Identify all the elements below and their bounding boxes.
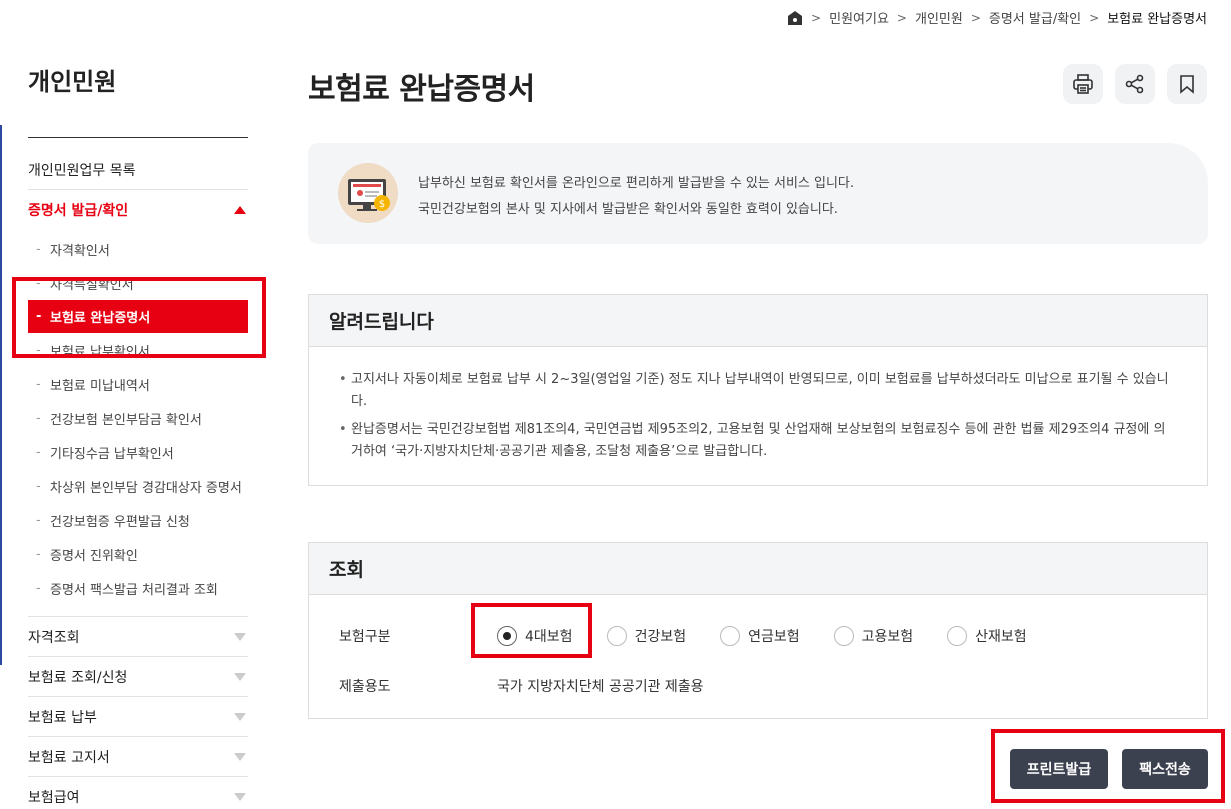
sidebar-item-qualification[interactable]: 자격조회 [28, 617, 248, 657]
radio-option-pension[interactable]: 연금보험 [720, 626, 800, 646]
page-title: 보험료 완납증명서 [308, 72, 535, 107]
chevron-right-icon: > [970, 10, 981, 25]
sidebar-item-label: 개인민원업무 목록 [28, 162, 136, 179]
expand-arrow-icon [234, 672, 246, 681]
radio-label: 산재보험 [975, 629, 1027, 645]
submenu-item-label: 증명서 진위확인 [50, 548, 138, 564]
insurance-type-label: 보험구분 [339, 629, 391, 645]
radio-option-employment[interactable]: 고용보험 [833, 626, 914, 646]
sidebar-divider [28, 137, 248, 138]
service-intro-banner: $ 납부하신 보험료 확인서를 온라인으로 편리하게 발급받을 수 있는 서비스… [308, 143, 1208, 244]
notice-body: 고지서나 자동이체로 보험료 납부 시 2~3일(영업일 기준) 정도 지나 납… [309, 347, 1207, 485]
submenu-item-label: 증명서 팩스발급 처리결과 조회 [50, 582, 218, 598]
radio-option-industrial-accident[interactable]: 산재보험 [947, 626, 1027, 646]
collapse-arrow-icon [234, 206, 246, 214]
radio-button[interactable] [947, 626, 968, 646]
submenu-item-label: 보험료 미납내역서 [50, 378, 150, 394]
submenu-item-label: 차상위 본인부담 경감대상자 증명서 [50, 480, 242, 496]
submenu-item[interactable]: - 보험료 미납내역서 [28, 367, 248, 401]
sidebar-item-premium-query[interactable]: 보험료 조회/신청 [28, 657, 248, 697]
print-button[interactable] [1063, 64, 1103, 104]
notice-bullet: 고지서나 자동이체로 보험료 납부 시 2~3일(영업일 기준) 정도 지나 납… [339, 369, 1177, 413]
intro-text: 납부하신 보험료 확인서를 온라인으로 편리하게 발급받을 수 있는 서비스 입… [418, 171, 854, 223]
sidebar-item-label: 보험료 납부 [28, 709, 97, 726]
chevron-right-icon: > [811, 10, 822, 25]
radio-label: 고용보험 [861, 629, 914, 645]
left-edge-bar [0, 125, 2, 665]
home-icon[interactable] [787, 10, 803, 26]
sidebar-item-label: 자격조회 [28, 629, 80, 646]
submenu-item[interactable]: - 증명서 팩스발급 처리결과 조회 [28, 571, 248, 605]
sidebar-item-label: 보험료 고지서 [28, 749, 110, 766]
purpose-row: 제출용도 국가 지방자치단체 공공기관 제출용 [309, 661, 1207, 711]
notice-bullet: 완납증명서는 국민건강보험법 제81조의4, 국민연금법 제95조의2, 고용보… [339, 419, 1177, 463]
intro-line: 국민건강보험의 본사 및 지사에서 발급받은 확인서와 동일한 효력이 있습니다… [418, 202, 838, 217]
insurance-type-row: 보험구분 4대보험 건강보험 연금보험 고용보험 산재보험 [309, 611, 1207, 661]
query-panel: 조회 보험구분 4대보험 건강보험 연금보험 고용보험 산재보험 제출용도 국가… [308, 542, 1208, 719]
purpose-label: 제출용도 [339, 679, 391, 695]
sidebar-menu: 개인민원업무 목록 증명서 발급/확인 - 자격확인서 - 자격득실확인서 - 보험료… [28, 150, 248, 809]
monitor-icon: $ [338, 163, 398, 223]
expand-arrow-icon [234, 632, 246, 641]
breadcrumb: > 민원여기요 > 개인민원 > 증명서 발급/확인 > 보험료 완납증명서 [787, 8, 1207, 27]
radio-button[interactable] [720, 626, 741, 646]
submenu-item[interactable]: - 자격확인서 [28, 232, 248, 266]
expand-arrow-icon [234, 792, 246, 801]
notice-title: 알려드립니다 [309, 295, 1207, 347]
chevron-right-icon: > [1089, 10, 1100, 25]
breadcrumb-current: 보험료 완납증명서 [1107, 12, 1207, 27]
sidebar-item-certificates[interactable]: 증명서 발급/확인 [28, 190, 248, 230]
query-title: 조회 [309, 543, 1207, 595]
sidebar-item-label: 보험급여 [28, 789, 80, 806]
page-tools [1063, 64, 1207, 104]
radio-label: 건강보험 [634, 629, 687, 645]
submenu-item-label: 기타징수금 납부확인서 [50, 446, 174, 462]
sidebar-item-list[interactable]: 개인민원업무 목록 [28, 150, 248, 190]
intro-line: 납부하신 보험료 확인서를 온라인으로 편리하게 발급받을 수 있는 서비스 입… [418, 176, 855, 191]
submenu-item-label: 건강보험 본인부담금 확인서 [50, 412, 202, 428]
notice-panel: 알려드립니다 고지서나 자동이체로 보험료 납부 시 2~3일(영업일 기준) … [308, 294, 1208, 486]
expand-arrow-icon [234, 712, 246, 721]
radio-option-health[interactable]: 건강보험 [606, 626, 687, 646]
print-icon [1073, 74, 1093, 94]
chevron-right-icon: > [896, 10, 907, 25]
radio-button[interactable] [833, 626, 854, 646]
submenu-item[interactable]: - 차상위 본인부담 경감대상자 증명서 [28, 469, 248, 503]
sidebar-title: 개인민원 [28, 68, 117, 96]
bookmark-icon [1180, 75, 1194, 94]
radio-label: 연금보험 [748, 629, 800, 645]
sidebar-item-label: 증명서 발급/확인 [28, 203, 129, 219]
share-icon [1125, 74, 1144, 94]
share-button[interactable] [1115, 64, 1155, 104]
sidebar-item-label: 보험료 조회/신청 [28, 669, 128, 686]
sidebar-item-benefits[interactable]: 보험급여 [28, 777, 248, 809]
svg-text:$: $ [379, 199, 385, 210]
submenu-item-label: 건강보험증 우편발급 신청 [50, 514, 190, 530]
radio-button[interactable] [606, 626, 627, 646]
highlight-box [471, 603, 592, 658]
bookmark-button[interactable] [1167, 64, 1207, 104]
breadcrumb-item[interactable]: 민원여기요 [829, 8, 889, 27]
highlight-box [991, 729, 1225, 803]
breadcrumb-item[interactable]: 개인민원 [915, 8, 963, 27]
highlight-box [12, 277, 266, 358]
submenu-item-label: 자격확인서 [50, 243, 110, 259]
submenu-item[interactable]: - 기타징수금 납부확인서 [28, 435, 248, 469]
sidebar-item-premium-payment[interactable]: 보험료 납부 [28, 697, 248, 737]
purpose-value: 국가 지방자치단체 공공기관 제출용 [497, 679, 704, 695]
submenu-item[interactable]: - 건강보험증 우편발급 신청 [28, 503, 248, 537]
submenu-item[interactable]: - 증명서 진위확인 [28, 537, 248, 571]
sidebar-item-premium-bill[interactable]: 보험료 고지서 [28, 737, 248, 777]
expand-arrow-icon [234, 752, 246, 761]
breadcrumb-item[interactable]: 증명서 발급/확인 [989, 8, 1081, 27]
submenu-item[interactable]: - 건강보험 본인부담금 확인서 [28, 401, 248, 435]
